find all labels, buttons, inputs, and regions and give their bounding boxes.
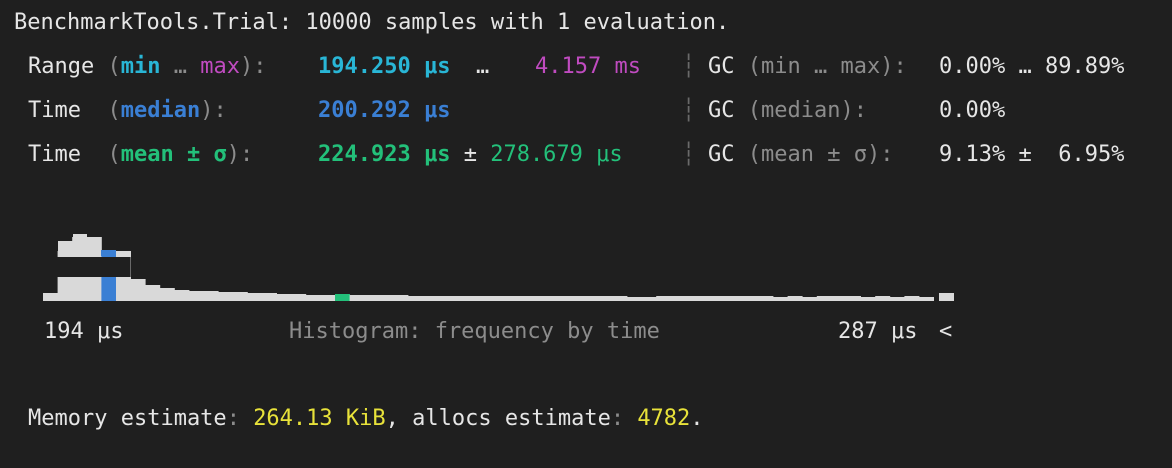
histogram-max-label: 287 μs [838,319,918,344]
histogram-bar [437,296,453,301]
histogram-bar [846,296,861,301]
memory-colon: : [226,406,240,431]
histogram-mean-bar [335,294,350,301]
histogram-bar [349,295,365,301]
histogram-bar [276,294,292,301]
histogram-upper-bar [87,241,101,256]
histogram-overflow-marker: < [939,319,953,344]
histogram-bar [758,296,774,301]
histogram-bar [773,297,788,301]
histogram-bar [568,296,584,301]
histogram-bar [247,293,263,301]
histogram-overflow-bar [939,293,954,301]
histogram-bar [203,291,219,301]
histogram-bar [554,296,569,301]
histogram [43,234,954,301]
histogram-bar [627,297,642,301]
histogram-bar [305,295,321,301]
histogram-upper-bar [73,234,87,256]
histogram-bar [583,296,599,301]
histogram-bar [729,296,745,301]
histogram-bar [364,295,380,301]
histogram-bar [524,296,540,301]
histogram-bar [159,288,175,301]
histogram-bar [889,297,905,301]
histogram-bar [714,296,730,301]
histogram-bar [466,296,482,301]
histogram-bar [291,294,307,301]
histogram-bar [495,296,511,301]
histogram-bar [802,297,818,301]
memory-value: 264.13 KiB [253,406,386,431]
histogram-row-gap [43,257,131,277]
histogram-upper-bar [58,241,73,256]
histogram-bar [451,296,467,301]
histogram-min-label: 194 μs [44,319,124,344]
histogram-bar [393,295,409,301]
histogram-bar [510,296,526,301]
histogram-bar [875,296,891,301]
histogram-bar [641,297,657,301]
histogram-bar [700,296,715,301]
histogram-bar [262,293,277,301]
histogram-bar [919,297,934,301]
histogram-bar [816,296,832,301]
histogram-bar [218,292,234,301]
allocs-colon: : [610,406,625,431]
histogram-bar [174,290,190,301]
memory-row: Memory estimate: 264.13 KiB, allocs esti… [28,405,704,433]
histogram-bar [320,295,336,301]
histogram-bar [685,296,701,301]
histogram-caption: Histogram: frequency by time [289,319,660,344]
histogram-bar [597,296,613,301]
histogram-bar [422,296,438,301]
histogram-bar [481,296,496,301]
allocs-value: 4782 [637,406,691,431]
histogram-bar [232,292,248,301]
histogram-bar [787,296,803,301]
histogram-bar [860,297,876,301]
histogram-bar [145,285,161,301]
allocs-label: , allocs estimate [385,406,611,431]
memory-end: . [690,406,704,431]
histogram-bar [43,293,58,301]
histogram-bar [743,296,759,301]
histogram-bar [831,296,847,301]
histogram-upper-bar [101,250,116,256]
memory-label: Memory estimate [28,406,227,431]
histogram-bar [130,279,146,301]
histogram-bar [539,296,555,301]
histogram-bar [670,296,686,301]
histogram-bar [656,296,672,301]
histogram-bar [378,295,394,301]
histogram-bar [612,296,628,301]
histogram-bar [904,296,920,301]
histogram-bar [408,296,423,301]
histogram-bar [189,291,204,301]
